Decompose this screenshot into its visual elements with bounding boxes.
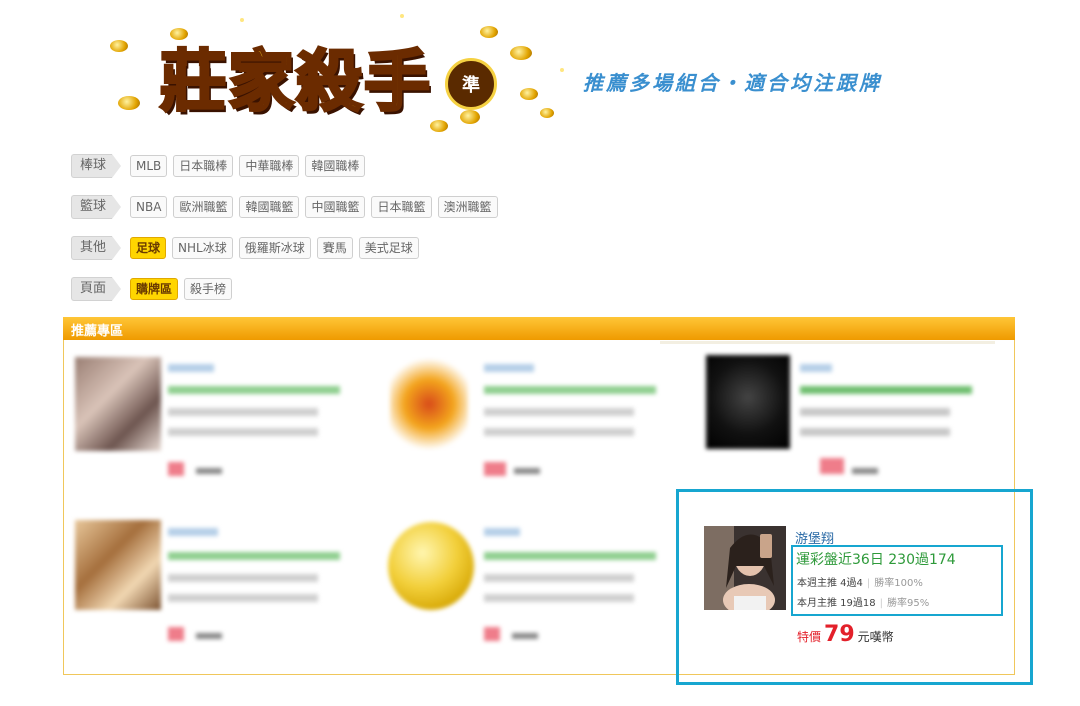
blurred-text [168, 364, 214, 372]
recommend-panel-title: 推薦專區 [71, 324, 124, 339]
nav-tag-cpbl[interactable]: 中華職棒 [239, 155, 300, 177]
price-unit: 元嘆幣 [857, 630, 894, 644]
blurred-price [852, 468, 878, 474]
nav-tag-american-football[interactable]: 美式足球 [358, 237, 419, 259]
blurred-text [168, 574, 318, 582]
blurred-price [512, 633, 538, 639]
blurred-text [484, 594, 634, 602]
divider: | [879, 598, 884, 609]
blurred-text [484, 386, 656, 394]
tipster-avatar [75, 357, 161, 451]
site-tagline: 推薦多場組合・適合均注跟牌 [583, 71, 882, 95]
nav-tag-nhl[interactable]: NHL冰球 [172, 237, 233, 259]
blurred-text [800, 364, 832, 372]
week-label: 本週主推 4過4 [797, 578, 863, 589]
nav-row-basketball: 籃球 NBA 歐洲職籃 韓國職籃 中國職籃 日本職籃 澳洲職籃 [71, 195, 504, 219]
logo-badge: 準 [445, 58, 497, 110]
nav-tag-russia-hockey[interactable]: 俄羅斯冰球 [238, 237, 311, 259]
week-rate: 勝率100% [874, 578, 923, 589]
blurred-text [168, 552, 340, 560]
tipster-avatar [75, 520, 161, 610]
blurred-text [484, 528, 520, 536]
nav-tag-japan-basketball[interactable]: 日本職籃 [371, 196, 432, 218]
nav-tag-mlb[interactable]: MLB [130, 155, 168, 177]
nav-tag-korea-basketball[interactable]: 韓國職籃 [239, 196, 300, 218]
blurred-text [168, 428, 318, 436]
featured-record: 運彩盤近36日 230過174 [796, 552, 956, 568]
nav-tag-euro-basketball[interactable]: 歐洲職籃 [173, 196, 234, 218]
nav-tag-nba[interactable]: NBA [130, 196, 168, 218]
nav-category-baseball: 棒球 [71, 154, 122, 178]
logo-text: 莊家殺手 [159, 42, 432, 122]
blurred-price [484, 627, 500, 641]
price-value: 79 [824, 622, 855, 647]
nav-tag-horse-racing[interactable]: 賽馬 [316, 237, 353, 259]
nav-tag-kbo[interactable]: 韓國職棒 [305, 155, 366, 177]
month-label: 本月主推 19過18 [797, 598, 876, 609]
blurred-price [168, 627, 184, 641]
tipster-avatar [706, 355, 790, 449]
blurred-text [484, 428, 634, 436]
price-prefix: 特價 [797, 630, 822, 644]
nav-category-basketball: 籃球 [71, 195, 122, 219]
tipster-avatar [390, 357, 468, 451]
blurred-text [168, 386, 340, 394]
featured-week-stats: 本週主推 4過4 | 勝率100% [797, 574, 923, 589]
nav-tag-npb[interactable]: 日本職棒 [173, 155, 234, 177]
blurred-price [168, 462, 184, 476]
month-rate: 勝率95% [887, 598, 930, 609]
tipster-avatar [388, 522, 474, 610]
blurred-text [800, 428, 950, 436]
nav-row-pages: 頁面 購牌區 殺手榜 [71, 277, 504, 301]
nav-tag-buy-area[interactable]: 購牌區 [130, 278, 179, 300]
recommend-panel-header: 推薦專區 [63, 317, 1015, 340]
blurred-price [484, 462, 506, 476]
nav-category-other: 其他 [71, 236, 122, 260]
blurred-text [484, 552, 656, 560]
nav-tag-killer-ranking[interactable]: 殺手榜 [184, 278, 233, 300]
blurred-text [168, 594, 318, 602]
featured-month-stats: 本月主推 19過18 | 勝率95% [797, 594, 929, 609]
nav-row-baseball: 棒球 MLB 日本職棒 中華職棒 韓國職棒 [71, 154, 504, 178]
blurred-text [800, 408, 950, 416]
nav-tag-soccer[interactable]: 足球 [130, 237, 167, 259]
blurred-text [484, 574, 634, 582]
nav-row-other: 其他 足球 NHL冰球 俄羅斯冰球 賽馬 美式足球 [71, 236, 504, 260]
divider: | [866, 578, 871, 589]
blurred-text [484, 408, 634, 416]
blurred-text [168, 528, 218, 536]
blurred-text [484, 364, 534, 372]
blurred-price [820, 458, 844, 474]
portrait-image [704, 526, 786, 610]
featured-price[interactable]: 特價 79 元嘆幣 [797, 622, 894, 647]
nav-tag-australia-basketball[interactable]: 澳洲職籃 [437, 196, 498, 218]
category-nav: 棒球 MLB 日本職棒 中華職棒 韓國職棒 籃球 NBA 歐洲職籃 韓國職籃 中… [71, 154, 504, 301]
blurred-price [514, 468, 540, 474]
nav-category-pages: 頁面 [71, 277, 122, 301]
panel-divider [660, 341, 995, 344]
blurred-price [196, 633, 222, 639]
blurred-text [800, 386, 972, 394]
featured-tipster-photo[interactable] [704, 526, 786, 610]
blurred-price [196, 468, 222, 474]
blurred-text [168, 408, 318, 416]
nav-tag-china-basketball[interactable]: 中國職籃 [305, 196, 366, 218]
site-logo[interactable]: 莊家殺手 準 [100, 8, 570, 148]
